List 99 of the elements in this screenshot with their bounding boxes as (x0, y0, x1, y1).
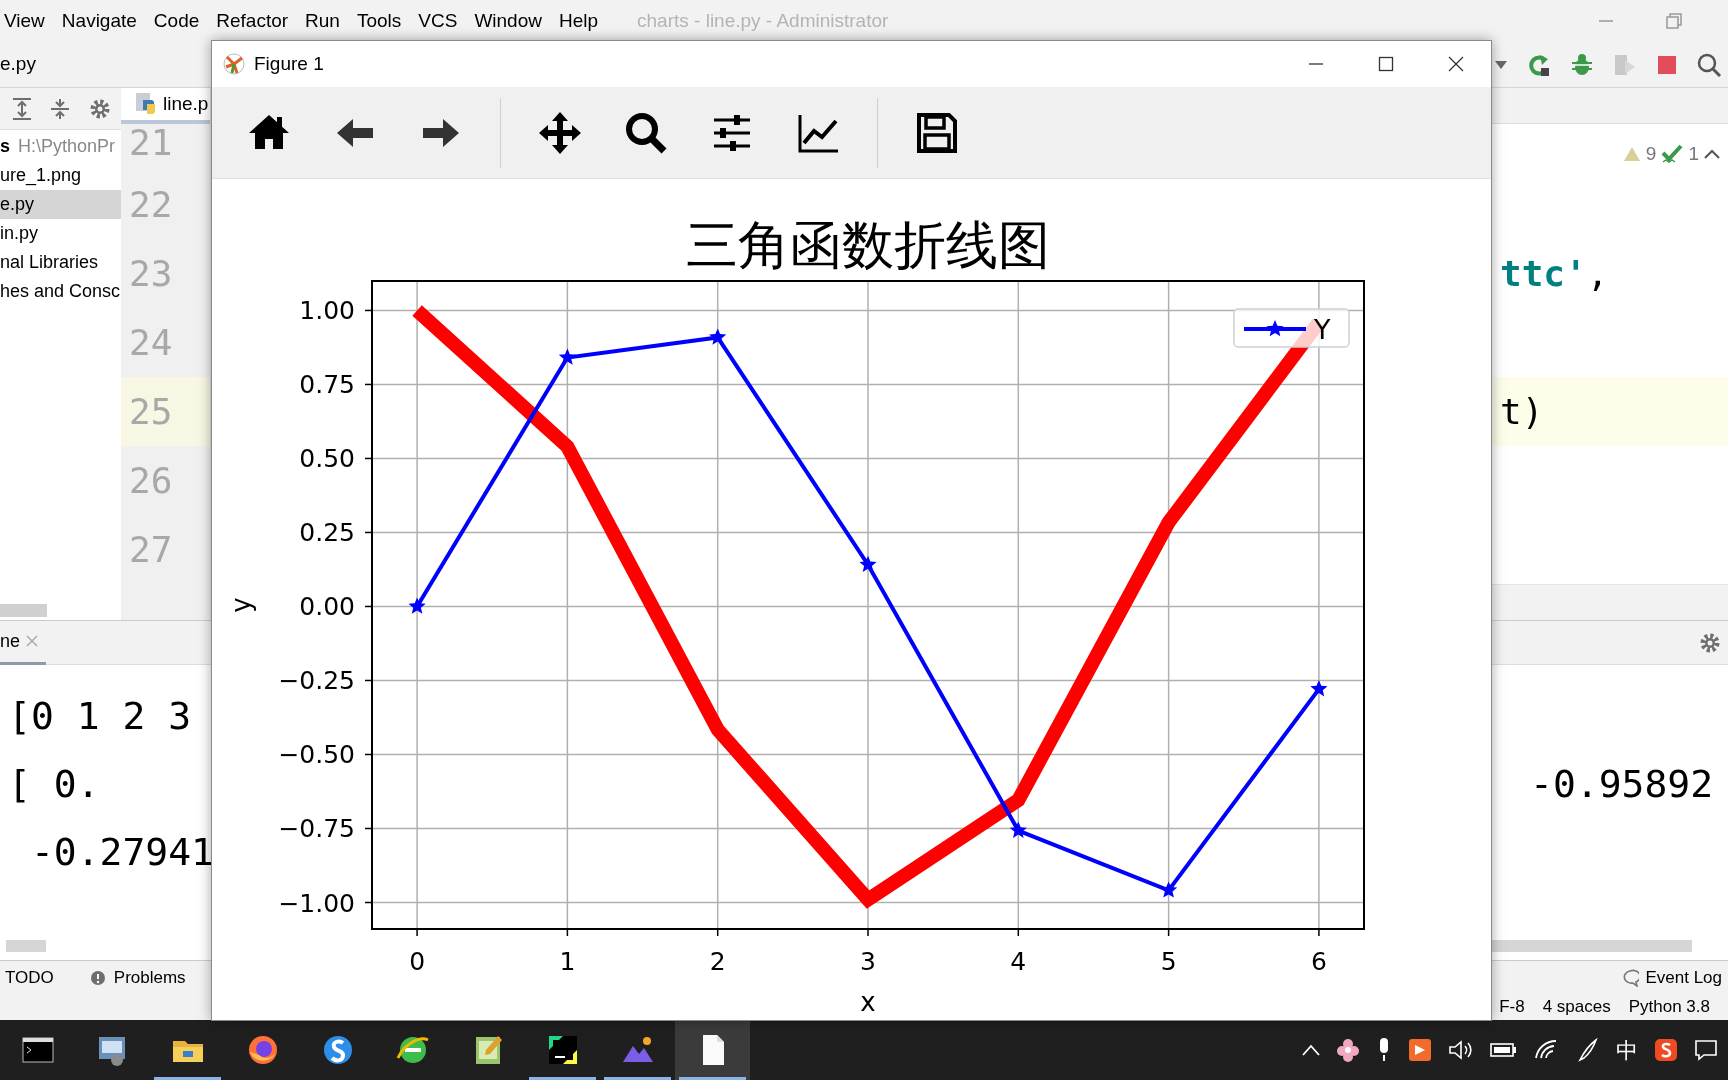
tick-label: 0.50 (299, 444, 355, 474)
maximize-icon (1378, 56, 1394, 72)
tab-label: ne (0, 629, 21, 653)
line-number: 25 (121, 377, 210, 446)
tick-label: 0.00 (299, 592, 355, 622)
x-axis-label: x (860, 987, 876, 1017)
menu-item[interactable]: Code (153, 6, 200, 36)
status-item[interactable]: 4 spaces (1542, 994, 1611, 1020)
warning-count: 9 (1645, 142, 1657, 166)
legend-line (1244, 320, 1306, 337)
console-output: -0.95892 (1530, 760, 1714, 808)
tick-label: −0.75 (278, 814, 355, 844)
project-path: H:\PythonPr (18, 135, 116, 158)
search-icon[interactable] (1696, 51, 1722, 78)
menu-item[interactable]: Refactor (216, 6, 289, 36)
console-output: [ 0. (8, 760, 100, 808)
line-number: 21 (128, 124, 174, 165)
flower-icon[interactable] (1336, 1038, 1360, 1062)
input-method-indicator[interactable]: 中 (1616, 1033, 1638, 1067)
menu-item[interactable]: VCS (418, 6, 458, 36)
menu-item[interactable]: Window (474, 6, 542, 36)
battery-icon[interactable] (1490, 1041, 1518, 1059)
tick-label: 1.00 (299, 296, 355, 326)
tool-window-tab[interactable]: Problems (89, 964, 186, 991)
editor-tab[interactable]: line.p (121, 88, 210, 124)
bug-icon[interactable] (1570, 52, 1594, 77)
window-title: charts - line.py - Administrator (637, 8, 889, 33)
status-item[interactable]: F-8 (1499, 994, 1525, 1020)
tree-item[interactable]: hes and Consc (0, 277, 121, 306)
stop-icon[interactable] (1656, 53, 1678, 76)
app-logo-icon (222, 52, 246, 76)
tick-label: 3 (860, 947, 876, 976)
star-marker (709, 328, 727, 345)
tick-label: 5 (1160, 947, 1177, 976)
speaker-icon[interactable] (1448, 1039, 1474, 1061)
tick-label: 0.25 (299, 518, 355, 548)
app-icon[interactable] (1408, 1038, 1432, 1062)
star-marker (1160, 881, 1178, 898)
line-number: 26 (128, 458, 174, 503)
line-number: 22 (128, 182, 174, 227)
status-item[interactable]: Python 3.8 (1628, 994, 1710, 1020)
tick-label: 6 (1310, 947, 1327, 976)
legend-label: Y (1314, 314, 1331, 345)
tree-item[interactable]: e.py (0, 190, 121, 219)
tick-label: −0.50 (278, 740, 355, 770)
code-line: ttc', (1499, 251, 1609, 296)
notification-icon[interactable] (1694, 1039, 1718, 1061)
tick-label: 2 (709, 947, 726, 976)
collapse-all-icon[interactable] (50, 97, 70, 120)
breadcrumb-item[interactable]: e.py (0, 50, 36, 79)
menu-item[interactable]: View (4, 6, 45, 36)
move-icon (538, 110, 582, 155)
scrollbar[interactable] (1492, 940, 1692, 952)
tab-label: line.p (163, 91, 209, 116)
console-output: [0 1 2 3 (8, 692, 192, 740)
menu-item[interactable]: Help (558, 6, 599, 36)
tool-window-tab[interactable]: Event Log (1621, 964, 1722, 991)
info-icon (89, 969, 106, 986)
chart-title: 三角函数折线图 (686, 217, 1050, 274)
dropdown-caret-icon[interactable] (1494, 59, 1508, 70)
python-file-icon (135, 92, 157, 116)
star-marker (408, 597, 426, 614)
expand-all-icon[interactable] (12, 97, 32, 120)
chevron-up-icon[interactable] (1704, 149, 1720, 160)
scrollbar[interactable] (0, 604, 47, 617)
tree-item[interactable]: s (0, 133, 10, 160)
tick-label: 1 (559, 947, 576, 976)
tree-item[interactable]: ure_1.png (0, 161, 121, 190)
close-icon (1448, 56, 1464, 72)
menu-item[interactable]: Run (305, 6, 340, 36)
pen-icon[interactable] (1576, 1038, 1600, 1062)
tool-window-tab[interactable]: TODO (5, 964, 54, 991)
speech-bubble-icon (1621, 968, 1640, 987)
search-icon (624, 110, 668, 155)
y-axis-label: y (226, 597, 256, 613)
tick-label: −0.25 (278, 666, 355, 696)
window-title: Figure 1 (254, 51, 324, 76)
tick-label: 4 (1010, 947, 1027, 976)
tree-item[interactable]: nal Libraries (0, 248, 121, 277)
tick-label: 0.75 (299, 370, 355, 400)
taskbar-app[interactable] (675, 1020, 750, 1080)
check-icon[interactable] (1661, 144, 1684, 165)
star-marker (1009, 821, 1027, 838)
menu-item[interactable]: Navigate (61, 6, 137, 36)
tree-item[interactable]: in.py (0, 219, 121, 248)
star-marker (558, 348, 576, 365)
minimize-icon (1308, 63, 1324, 65)
line-number: 27 (128, 527, 174, 572)
line-number: 23 (128, 251, 174, 296)
line-number: 24 (128, 320, 174, 365)
tick-label: 0 (409, 947, 426, 976)
check-count: 1 (1688, 142, 1699, 166)
star-marker (1310, 680, 1328, 697)
console-output: -0.27941 (29, 828, 214, 876)
scrollbar[interactable] (6, 940, 46, 952)
tick-label: −1.00 (278, 888, 355, 918)
code-line: t) (1499, 389, 1544, 434)
star-marker (859, 555, 877, 572)
menu-item[interactable]: Tools (356, 6, 402, 36)
